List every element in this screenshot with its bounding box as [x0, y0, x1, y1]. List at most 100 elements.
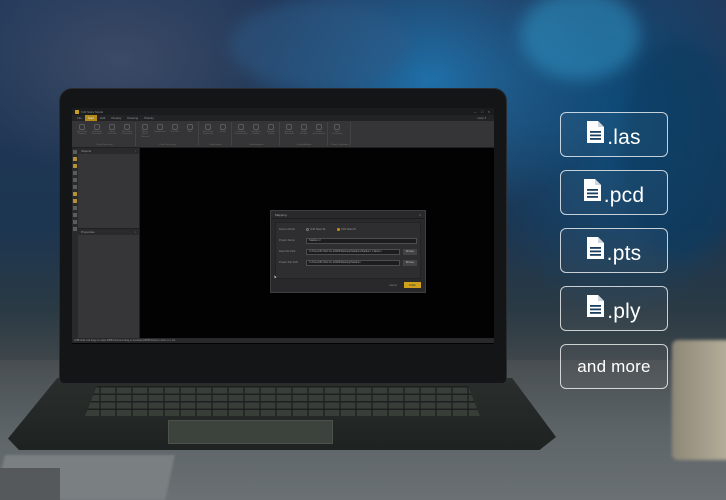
tool-icon[interactable] [73, 206, 77, 210]
tab-file[interactable]: File [74, 115, 85, 121]
radio-label: K40 Stars SL [310, 228, 326, 231]
ribbon-button-label: Merge [220, 131, 226, 133]
ribbon-button[interactable]: Profile Analysis [298, 122, 310, 144]
data-file-path-row: Data File Path C:/Users/51-WH-CL-22000/D… [279, 248, 417, 255]
tool-icon[interactable] [73, 227, 77, 231]
ribbon-tool-icon [316, 124, 322, 130]
device-radio-sl[interactable]: K40 Stars SL [306, 228, 326, 231]
project-file-path-input[interactable]: C:/Users/51-WH-CL-22000/Desktop/Stadium [306, 259, 400, 266]
ribbon-tool-icon [187, 124, 193, 130]
side-panels: Objects ▫ Properties ▫ [78, 148, 140, 338]
ribbon-button-label: Camera Calibration [107, 131, 117, 136]
mapping-dialog: Mapping × Device Model K40 Stars SL K40 … [270, 210, 426, 293]
ribbon-group: Accuracy Verification Profile Analysis Vol… [281, 122, 328, 146]
browse-project-button[interactable]: Browse [403, 259, 417, 266]
tab-drawing[interactable]: Drawing [124, 115, 141, 121]
browse-data-button[interactable]: Browse [403, 248, 417, 255]
ribbon-button[interactable]: Simplification [154, 122, 166, 144]
tool-icon[interactable] [73, 164, 77, 168]
cancel-button[interactable]: Cancel [386, 282, 400, 288]
radio-selected-icon [336, 228, 340, 231]
format-label: .pcd [603, 183, 645, 207]
ribbon-tool-icon [238, 124, 244, 130]
format-badge-ply: .ply [560, 286, 668, 331]
ribbon-group: Coordinate Transformation Translation Rot… [233, 122, 280, 146]
close-button[interactable]: ✕ [487, 110, 490, 114]
ribbon-tool-icon [205, 124, 211, 130]
project-name-input[interactable]: Stadium 2 [306, 237, 417, 244]
notebook-shadow [0, 468, 60, 500]
ribbon-button[interactable]: Rail Filter [169, 122, 181, 144]
format-badge-pcd: .pcd [560, 170, 668, 215]
ribbon-button-label: Grid Model Registration [91, 131, 103, 136]
tool-icon[interactable] [73, 192, 77, 196]
document-icon [586, 236, 604, 259]
panel-pin-icon[interactable]: ▫ [135, 230, 136, 234]
objects-panel-title: Objects [81, 149, 92, 153]
ribbon-button-label: Translation Rotation [251, 131, 261, 136]
ribbon-button[interactable]: Data Processing [331, 122, 343, 144]
ribbon-button[interactable]: Moving Object Removal [139, 122, 151, 144]
project-file-path-row: Project File Path C:/Users/51-WH-CL-2200… [279, 259, 417, 266]
tool-icon[interactable] [73, 213, 77, 217]
tab-start[interactable]: Start [84, 115, 98, 121]
tab-plotcity[interactable]: Plotcity [141, 115, 157, 121]
tool-icon[interactable] [73, 185, 77, 189]
ribbon-group-label: Point Processing [159, 144, 176, 146]
background-plant-blur [520, 0, 640, 80]
project-name-row: Project Name Stadium 2 [279, 237, 417, 244]
tool-icon[interactable] [73, 171, 77, 175]
ribbon-button[interactable]: Point Cloud Registration [202, 122, 214, 144]
ribbon-button[interactable]: Volume Measurement [313, 122, 325, 144]
ribbon-tool-icon [253, 124, 259, 130]
project-name-label: Project Name [279, 239, 295, 242]
ribbon-button[interactable]: Merge [217, 122, 229, 144]
ribbon-group: Moving Object Removal Simplification Rail … [137, 122, 199, 146]
ribbon-button[interactable]: Point Cloud Mapping [76, 122, 88, 144]
ribbon-button[interactable]: Translation Rotation [250, 122, 262, 144]
ribbon-tool-icon [301, 124, 307, 130]
properties-panel-title: Properties [81, 230, 95, 234]
ribbon-tool-icon [334, 124, 340, 130]
maximize-button[interactable]: ☐ [481, 110, 484, 114]
ribbon-group-label: Project Templates [331, 144, 349, 146]
panel-pin-icon[interactable]: ▫ [135, 149, 136, 153]
tool-icon[interactable] [73, 150, 77, 154]
ribbon-button[interactable]: Coordinate Transformation [234, 122, 248, 144]
ribbon-button[interactable]: Grid Model Registration [91, 122, 103, 144]
data-file-path-input[interactable]: C:/Users/51-WH-CL-22000/Desktop/Stadium/… [306, 248, 400, 255]
ribbon-group: Point Cloud Registration Merge Registratio… [200, 122, 232, 146]
ribbon-button[interactable]: Elevation Fitting [265, 122, 277, 144]
ribbon-toolbar: Point Cloud Mapping Grid Model Registrati… [72, 121, 494, 148]
finish-button[interactable]: Finish [404, 282, 421, 288]
tool-icon[interactable] [73, 157, 77, 161]
document-icon [583, 178, 601, 201]
device-radio-pl[interactable]: K40 Stars Pl [336, 228, 356, 231]
help-menu[interactable]: Help ▾ [477, 116, 494, 120]
ribbon-group-label: Quality Analysis [296, 144, 312, 146]
ribbon-group-label: Registration [209, 144, 222, 146]
ribbon-button[interactable]: Ditch [184, 122, 196, 144]
ribbon-group-label: Transformation [248, 144, 264, 146]
ribbon-button[interactable]: Accuracy Verification [283, 122, 295, 144]
ribbon-tool-icon [268, 124, 274, 130]
3d-viewport[interactable]: Mapping × Device Model K40 Stars SL K40 … [140, 148, 494, 338]
dialog-close-icon[interactable]: × [419, 213, 421, 217]
tab-display[interactable]: Display [108, 115, 124, 121]
objects-panel-body [78, 154, 139, 228]
ribbon-tool-icon [286, 124, 292, 130]
minimize-button[interactable]: — [474, 110, 477, 114]
tool-icon[interactable] [73, 220, 77, 224]
tool-icon[interactable] [73, 199, 77, 203]
format-badge-more: and more [560, 344, 668, 389]
tab-edit[interactable]: Edit [97, 115, 108, 121]
ribbon-group-label: Data Processing [96, 144, 113, 146]
dialog-title: Mapping [275, 212, 287, 217]
radio-icon [306, 228, 309, 231]
tool-icon[interactable] [73, 178, 77, 182]
properties-panel-body [78, 235, 139, 338]
ribbon-button[interactable]: Point Cloud Colorization [121, 122, 133, 144]
project-file-path-label: Project File Path [279, 261, 299, 264]
device-model-row: Device Model K40 Stars SL K40 Stars Pl [279, 226, 417, 233]
ribbon-button[interactable]: Camera Calibration [106, 122, 118, 144]
